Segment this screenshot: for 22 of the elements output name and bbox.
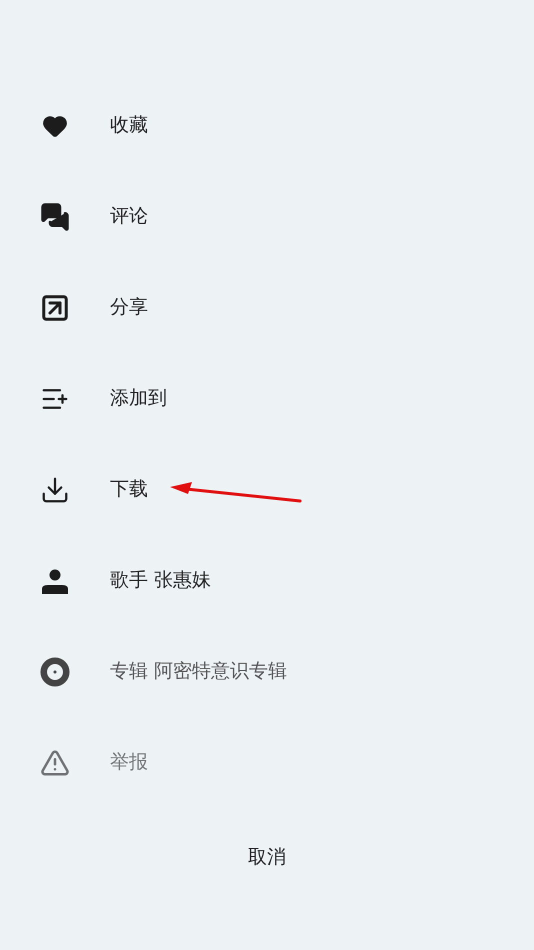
menu-item-label: 举报 [110,750,148,776]
cancel-button[interactable]: 取消 [216,832,318,882]
menu-item-label: 专辑 阿密特意识专辑 [110,659,288,684]
menu-item-label: 下载 [110,477,148,502]
menu-item[interactable]: 评论 [0,171,534,262]
menu-item-label: 评论 [110,204,148,230]
disc-icon [40,656,70,688]
menu-item-label: 歌手 张惠妹 [110,568,212,594]
menu-item-label: 添加到 [110,386,167,412]
menu-item[interactable]: 专辑 阿密特意识专辑 [0,626,534,717]
menu-item[interactable]: 添加到 [0,353,534,444]
share-icon [40,292,70,322]
download-icon [40,474,70,504]
menu-item[interactable]: 歌手 张惠妹 [0,535,534,626]
menu-item[interactable]: 举报 [0,717,534,808]
chat-icon [40,202,70,232]
menu-item[interactable]: 分享 [0,262,534,353]
menu-item[interactable]: 收藏 [0,80,534,171]
menu-item[interactable]: 下载 [0,444,534,535]
menu-item-label: 收藏 [110,113,148,138]
menu-item-label: 分享 [110,295,148,320]
warning-icon [40,748,70,778]
